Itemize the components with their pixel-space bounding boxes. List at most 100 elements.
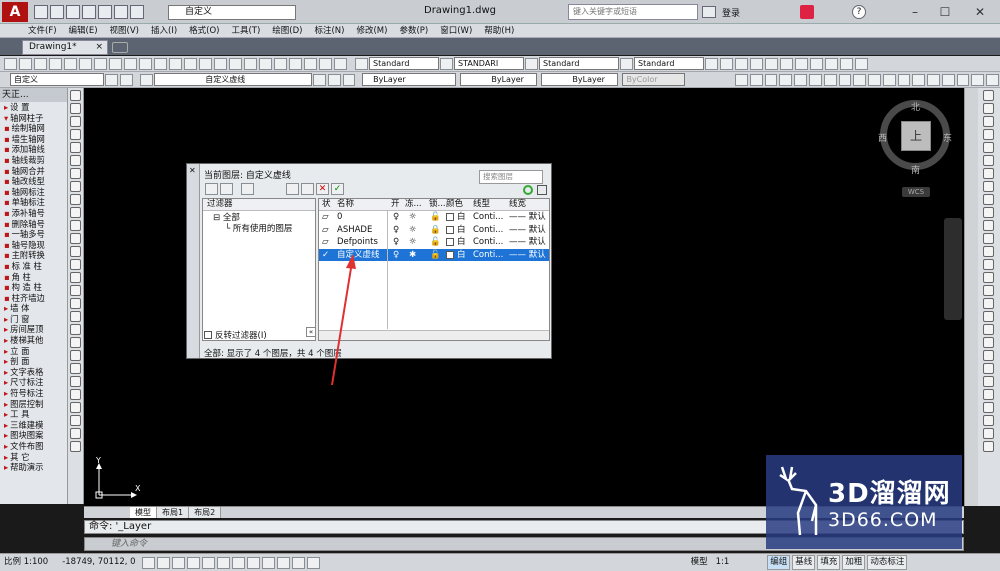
layer-freeze-icon[interactable]: ☼ <box>409 224 417 237</box>
tool-aa-icon[interactable] <box>956 73 970 86</box>
sheet-set-icon[interactable] <box>289 57 302 70</box>
tool-palettes-icon[interactable] <box>274 57 287 70</box>
close-tab-icon[interactable]: × <box>95 41 103 54</box>
layer-on-icon[interactable]: ♀ <box>393 249 399 262</box>
pan-icon[interactable] <box>184 57 197 70</box>
palette-item[interactable]: ▸ 文字表格 <box>0 367 67 378</box>
new-group-filter-icon[interactable] <box>220 183 233 195</box>
make-block-icon[interactable] <box>70 246 81 257</box>
cut-icon[interactable] <box>94 57 107 70</box>
new-icon[interactable] <box>34 5 48 19</box>
collapse-filter-icon[interactable]: « <box>306 327 316 337</box>
workspace-settings-icon[interactable] <box>105 73 118 86</box>
palette-item[interactable]: ▸ 楼梯其他 <box>0 335 67 346</box>
erase-icon[interactable] <box>70 350 81 361</box>
help-search-input[interactable]: 键入关键字或短语 <box>568 4 698 20</box>
dialog-close-icon[interactable]: ✕ <box>189 166 197 175</box>
point-icon[interactable] <box>70 259 81 270</box>
layer-color-swatch[interactable] <box>446 225 454 234</box>
polyline-icon[interactable] <box>70 116 81 127</box>
palette-item[interactable]: ▪ 添补轴号 <box>0 208 67 219</box>
layer-properties-icon[interactable] <box>119 73 133 86</box>
copy-object-icon[interactable] <box>70 363 81 374</box>
tab-model[interactable]: 模型 <box>130 507 157 518</box>
new-vp-frozen-layer-icon[interactable] <box>301 183 314 195</box>
palette-item[interactable]: ▸ 符号标注 <box>0 388 67 399</box>
autocad-logo-icon[interactable]: A <box>2 2 28 22</box>
new-property-filter-icon[interactable] <box>205 183 218 195</box>
layer-linetype[interactable]: Conti... <box>473 224 503 237</box>
undo-icon[interactable] <box>154 57 167 70</box>
design-center-icon[interactable] <box>259 57 272 70</box>
annotation-scale-ratio[interactable]: 1:1 <box>716 554 730 571</box>
layer-row[interactable]: ▱ Defpoints ♀ ☼ 🔓 白 Conti... —— 默认 <box>319 236 549 249</box>
layer-select[interactable]: 自定义虚线 <box>154 73 312 86</box>
modify-d-icon[interactable] <box>983 129 994 140</box>
modify-x-icon[interactable] <box>983 389 994 400</box>
open-icon[interactable] <box>50 5 64 19</box>
viewcube[interactable]: 上 <box>901 121 931 151</box>
palette-item[interactable]: ▪ 轴网合并 <box>0 166 67 177</box>
layer-lock-icon[interactable]: 🔓 <box>430 236 441 249</box>
layer-linetype[interactable]: Conti... <box>473 249 503 262</box>
tree-node-all[interactable]: ⊟ 全部 <box>213 213 315 224</box>
palette-item[interactable]: ▸ 其 它 <box>0 452 67 463</box>
zoom-icon[interactable] <box>199 57 212 70</box>
menu-insert[interactable]: 插入(I) <box>151 24 177 38</box>
modify-k-icon[interactable] <box>983 220 994 231</box>
layer-lock-icon[interactable]: 🔓 <box>430 211 441 224</box>
zoom-previous-icon[interactable] <box>229 57 242 70</box>
modify-z-icon[interactable] <box>983 415 994 426</box>
rectangle-icon[interactable] <box>70 142 81 153</box>
new-layer-icon[interactable] <box>286 183 299 195</box>
tool-q-icon[interactable] <box>808 73 822 86</box>
layer-lineweight[interactable]: —— 默认 <box>509 236 546 249</box>
scale-icon[interactable] <box>70 441 81 452</box>
region-icon[interactable] <box>70 298 81 309</box>
tool-g-icon[interactable] <box>795 57 808 70</box>
lineweight-select[interactable]: ByLayer <box>541 73 619 86</box>
palette-item[interactable]: ▪ 轴线裁剪 <box>0 155 67 166</box>
arc-icon[interactable] <box>70 155 81 166</box>
gradient-icon[interactable] <box>70 285 81 296</box>
palette-item[interactable]: ▸ 图层控制 <box>0 399 67 410</box>
tool-s-icon[interactable] <box>838 73 852 86</box>
layer-color-swatch[interactable] <box>446 250 454 259</box>
plot-style-select[interactable]: ByColor <box>622 73 686 86</box>
hatch-icon[interactable] <box>70 272 81 283</box>
layer-lineweight[interactable]: —— 默认 <box>509 249 546 262</box>
palette-item[interactable]: ▪ 添加轴线 <box>0 144 67 155</box>
palette-item[interactable]: ▸ 三维建模 <box>0 420 67 431</box>
save-icon[interactable] <box>34 57 47 70</box>
tool-h-icon[interactable] <box>810 57 823 70</box>
palette-item[interactable]: ▸ 尺寸标注 <box>0 377 67 388</box>
tool-y-icon[interactable] <box>927 73 940 86</box>
undo-icon[interactable] <box>114 5 128 19</box>
tool-z-icon[interactable] <box>941 73 955 86</box>
palette-item[interactable]: ▸ 文件布图 <box>0 441 67 452</box>
layer-row[interactable]: ▱ 0 ♀ ☼ 🔓 白 Conti... —— 默认 <box>319 211 549 224</box>
workspace-combo[interactable]: 自定义 <box>10 73 105 86</box>
tool-v-icon[interactable] <box>882 73 896 86</box>
palette-item[interactable]: ▸ 墙 体 <box>0 303 67 314</box>
layer-lock-icon[interactable]: 🔒 <box>430 224 441 237</box>
snap-icon[interactable] <box>141 556 155 569</box>
tool-m-icon[interactable] <box>749 73 763 86</box>
modify-p-icon[interactable] <box>983 285 994 296</box>
menu-file[interactable]: 文件(F) <box>28 24 57 38</box>
tool-f-icon[interactable] <box>780 57 793 70</box>
col-freeze[interactable]: 冻... <box>405 199 422 210</box>
layer-states-icon[interactable] <box>241 183 254 195</box>
tool-k-icon[interactable] <box>855 57 868 70</box>
help-icon[interactable]: ? <box>852 5 866 19</box>
save-icon[interactable] <box>66 5 80 19</box>
compass-south[interactable]: 南 <box>911 163 920 176</box>
offset-icon[interactable] <box>70 389 81 400</box>
col-on[interactable]: 开 <box>391 199 400 210</box>
help-icon[interactable] <box>334 57 347 70</box>
make-current-icon[interactable] <box>312 73 326 86</box>
layer-linetype[interactable]: Conti... <box>473 211 503 224</box>
modify-i-icon[interactable] <box>983 194 994 205</box>
layer-row[interactable]: ▱ ASHADE ♀ ☼ 🔒 白 Conti... —— 默认 <box>319 224 549 237</box>
toggle-group[interactable]: 编组 <box>767 555 791 570</box>
